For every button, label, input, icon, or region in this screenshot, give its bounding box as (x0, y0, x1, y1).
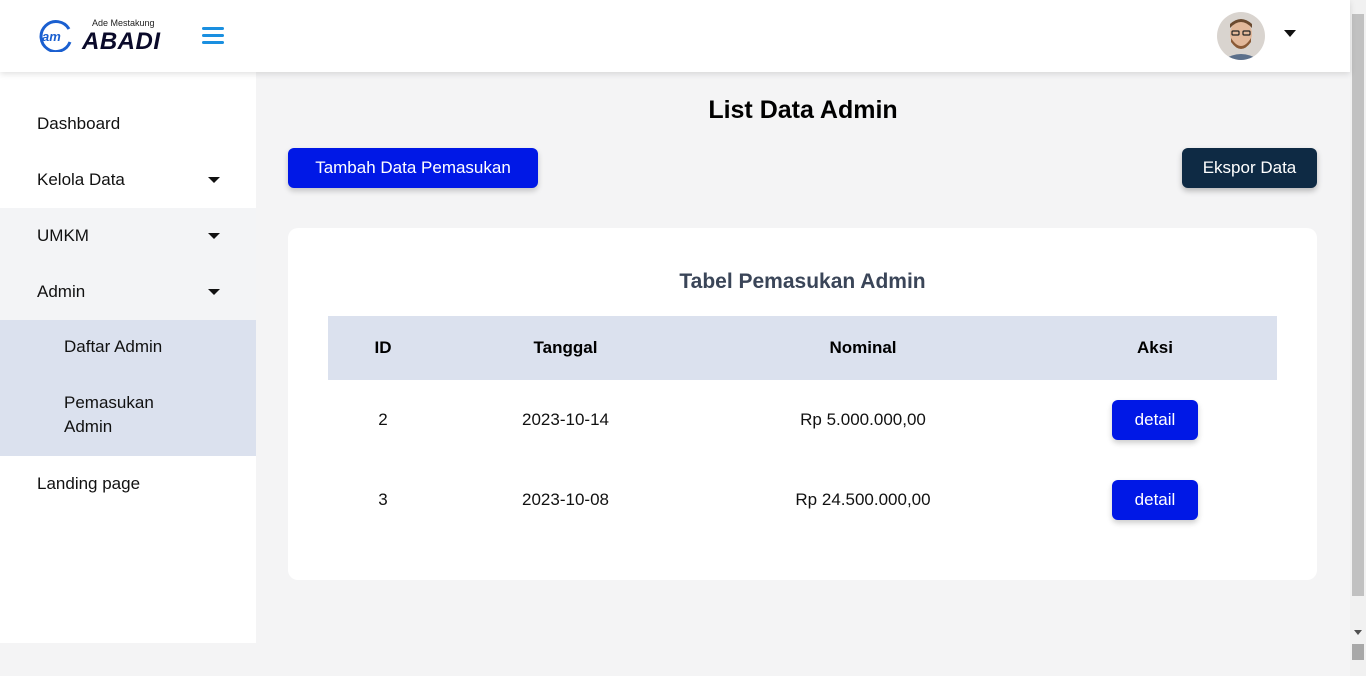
sidebar-item-label: Kelola Data (37, 170, 125, 189)
cell-nominal: Rp 24.500.000,00 (795, 490, 931, 509)
cell-action: detail (1033, 460, 1277, 540)
caret-down-icon (208, 177, 220, 183)
column-header-nominal: Nominal (829, 338, 897, 357)
submenu-item-daftar-admin[interactable]: Daftar Admin (0, 320, 256, 376)
cell-action: detail (1033, 380, 1277, 460)
cell-date: 2023-10-08 (522, 490, 609, 509)
submenu-item-label: Daftar Admin (64, 337, 163, 356)
table-header-row: ID Tanggal Nominal Aksi (328, 316, 1277, 380)
hamburger-icon[interactable] (200, 24, 226, 48)
column-header-action: Aksi (1137, 338, 1173, 357)
sidebar-item-label: Dashboard (37, 114, 121, 133)
table-row: 2 2023-10-14 Rp 5.000.000,00 detail (328, 380, 1277, 460)
vertical-scrollbar[interactable] (1350, 0, 1366, 676)
detail-button[interactable]: detail (1112, 480, 1198, 520)
income-table: ID Tanggal Nominal Aksi 2 2023-10-14 Rp … (328, 316, 1277, 540)
detail-button[interactable]: detail (1112, 400, 1198, 440)
cell-id: 3 (378, 490, 388, 509)
user-avatar[interactable] (1217, 12, 1265, 60)
column-header-id: ID (374, 338, 392, 357)
sidebar: Dashboard Kelola Data UMKM Admin Daftar … (0, 72, 256, 643)
table-row: 3 2023-10-08 Rp 24.500.000,00 detail (328, 460, 1277, 540)
scrollbar-bottom (1352, 644, 1364, 660)
scroll-down-arrow-icon[interactable] (1354, 630, 1362, 635)
logo-tagline: Ade Mestakung (92, 18, 155, 28)
caret-down-icon (208, 289, 220, 295)
logo-mark-icon: am (39, 20, 72, 52)
export-data-button[interactable]: Ekspor Data (1182, 148, 1317, 188)
brand-logo[interactable]: am Ade Mestakung ABADI (36, 16, 166, 56)
sidebar-item-label: Landing page (37, 474, 141, 493)
column-header-date: Tanggal (533, 338, 598, 357)
logo-name: ABADI (82, 28, 161, 55)
submenu-item-label: Pemasukan Admin (64, 393, 154, 436)
income-table-card: Tabel Pemasukan Admin ID Tanggal Nominal… (288, 228, 1317, 580)
add-income-button[interactable]: Tambah Data Pemasukan (288, 148, 538, 188)
sidebar-item-dashboard[interactable]: Dashboard (0, 96, 256, 152)
page-title: List Data Admin (708, 96, 898, 124)
scrollbar-thumb[interactable] (1352, 14, 1364, 596)
cell-id: 2 (378, 410, 388, 429)
sidebar-item-umkm[interactable]: UMKM (0, 208, 256, 264)
caret-down-icon (208, 233, 220, 239)
svg-text:am: am (42, 29, 61, 44)
user-menu-caret-icon[interactable] (1284, 30, 1296, 37)
submenu-item-pemasukan-admin[interactable]: Pemasukan Admin (0, 376, 256, 456)
sidebar-item-admin[interactable]: Admin (0, 264, 256, 320)
sidebar-item-landing-page[interactable]: Landing page (0, 456, 256, 512)
admin-submenu: Daftar Admin Pemasukan Admin (0, 320, 256, 456)
sidebar-item-label: Admin (37, 282, 86, 301)
cell-nominal: Rp 5.000.000,00 (800, 410, 926, 429)
top-navbar: am Ade Mestakung ABADI (0, 0, 1350, 72)
sidebar-item-kelola-data[interactable]: Kelola Data (0, 152, 256, 208)
cell-date: 2023-10-14 (522, 410, 609, 429)
card-title: Tabel Pemasukan Admin (679, 270, 926, 293)
sidebar-item-label: UMKM (37, 226, 89, 245)
